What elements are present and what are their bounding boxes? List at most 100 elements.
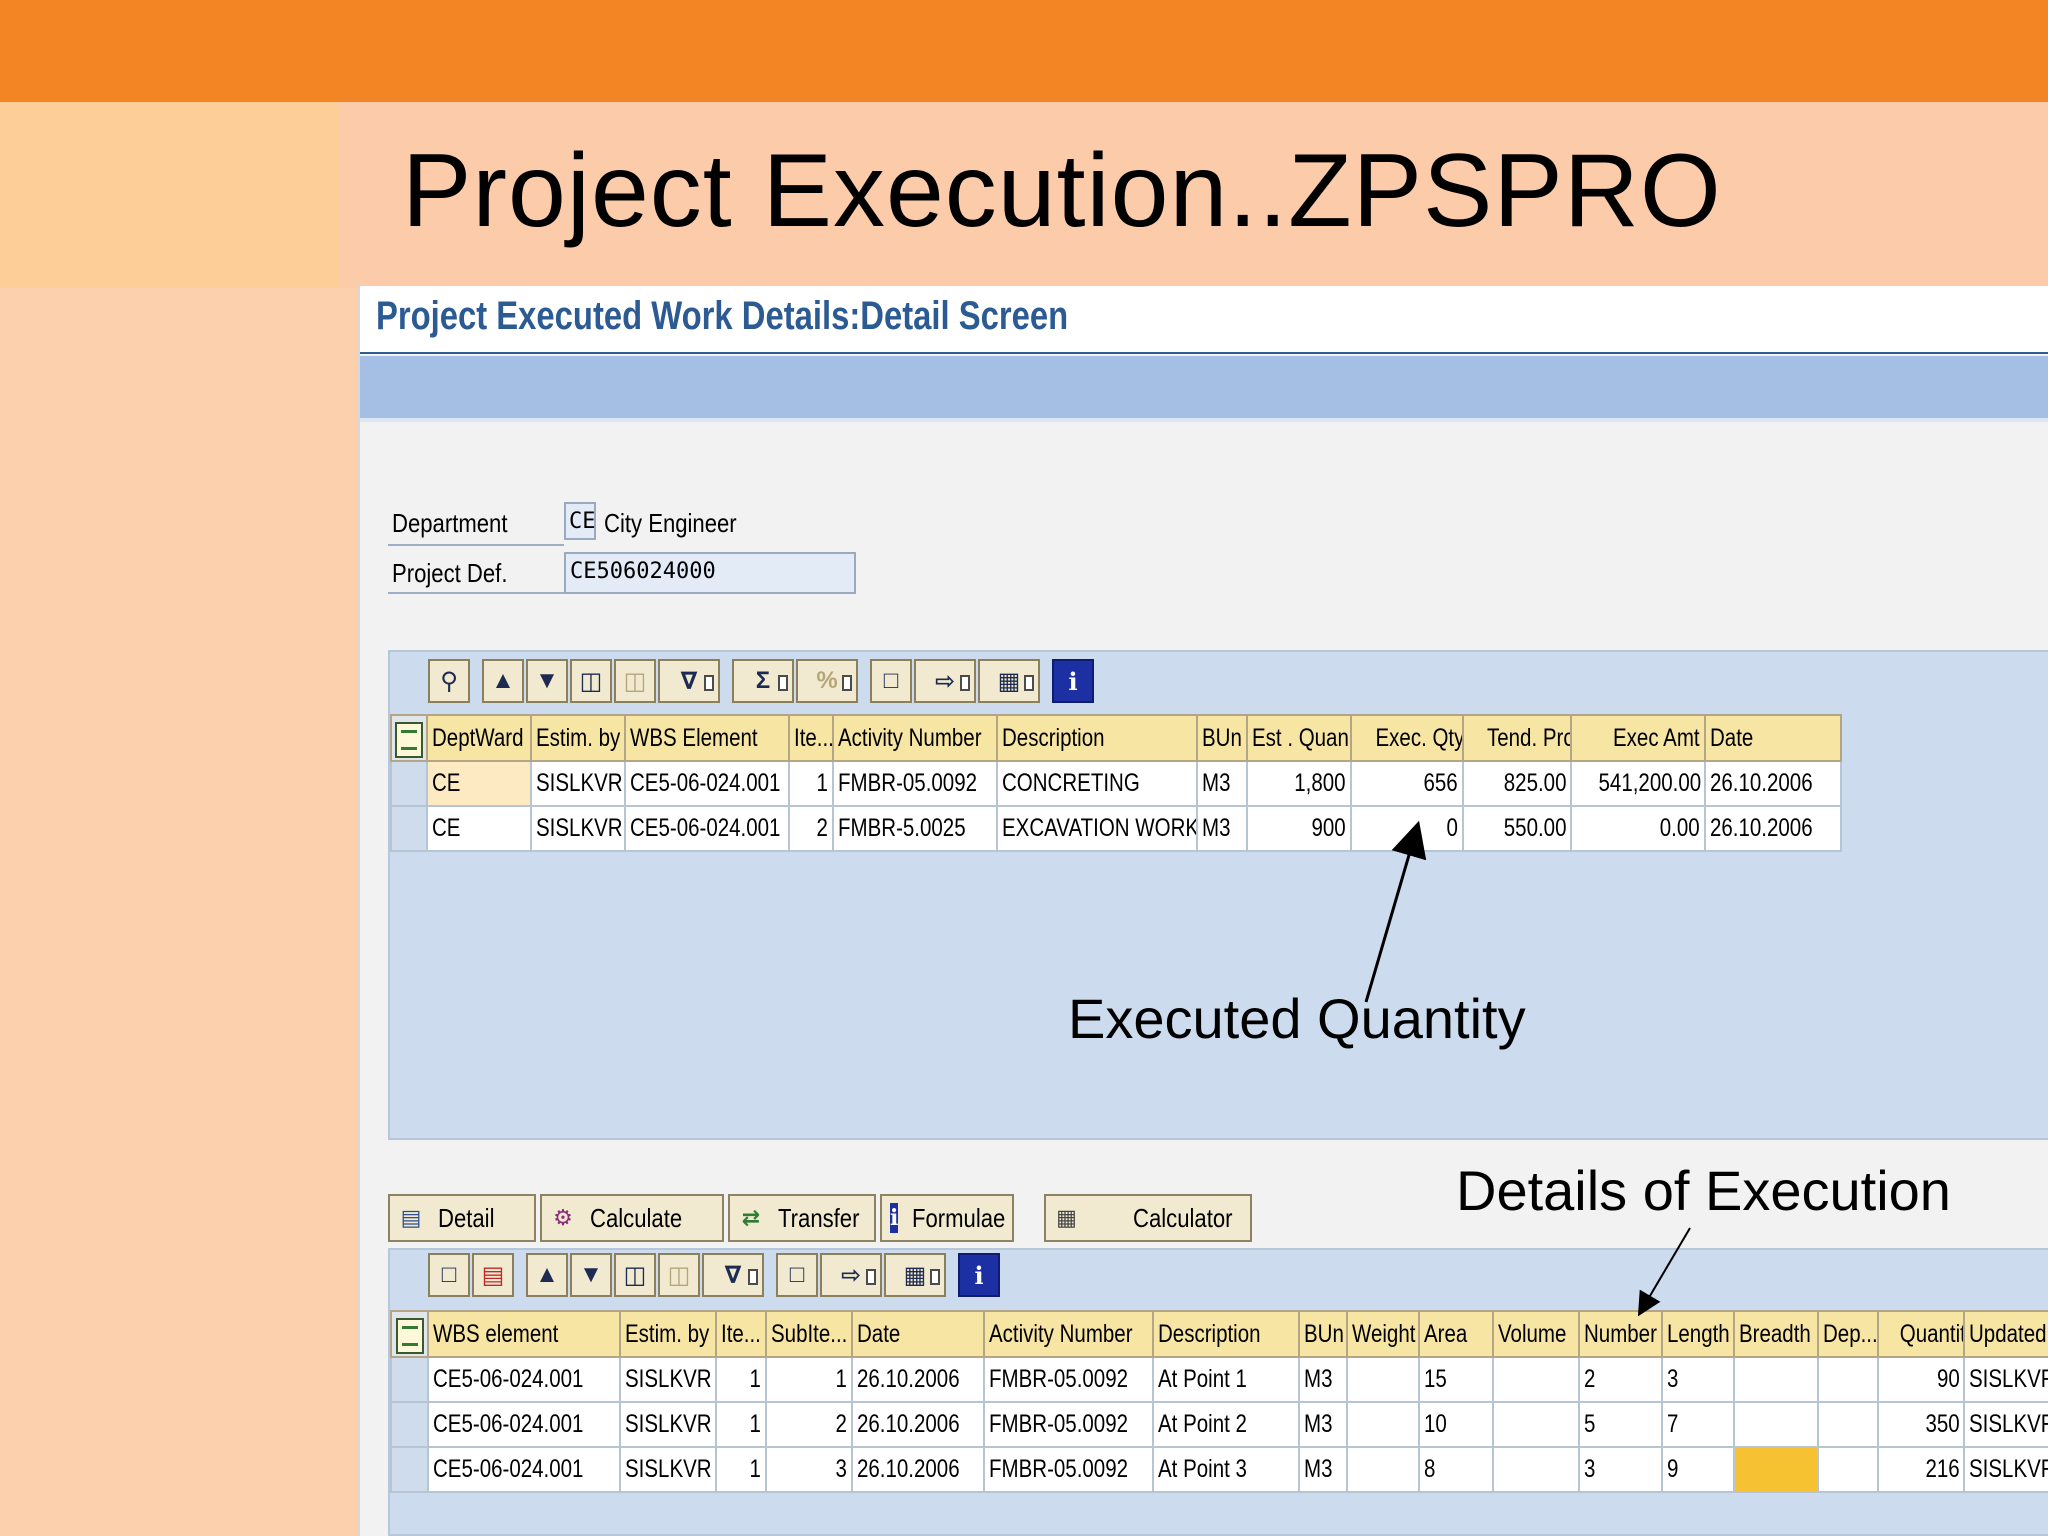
column-header[interactable]: Breadth [1732,1310,1820,1358]
table-cell[interactable]: 3 [764,1446,854,1493]
column-header[interactable]: Activity Number [983,1310,1154,1358]
table-cell[interactable]: 350 [1876,1401,1966,1448]
column-header[interactable]: DeptWard [426,714,532,762]
table-cell[interactable]: 2 [764,1401,854,1448]
table-cell[interactable]: 1 [764,1356,854,1403]
table-row[interactable]: CE SISLKVR CE5-06-024.001 1 FMBR-05.0092… [390,760,1842,807]
column-header[interactable]: Length [1660,1310,1735,1358]
column-header[interactable]: Est . Quan [1246,714,1352,762]
row-selector[interactable] [390,760,428,807]
info-icon[interactable]: i [958,1253,1000,1297]
table-cell[interactable] [1817,1401,1879,1448]
table-cell[interactable]: 3 [1578,1446,1663,1493]
select-all-icon[interactable] [389,1310,430,1358]
table-row[interactable]: CE5-06-024.001 SISLKVR 1 1 26.10.2006 FM… [389,1356,2048,1403]
table-cell[interactable] [1491,1446,1581,1493]
table-cell[interactable] [1345,1401,1420,1448]
export-icon[interactable]: ⇨ [820,1253,882,1297]
table-cell[interactable]: 26.10.2006 [851,1401,986,1448]
print-preview-icon[interactable]: □ [776,1253,818,1297]
column-header[interactable]: Exec. Qty [1350,714,1464,762]
table-cell[interactable]: At Point 1 [1151,1356,1301,1403]
column-header[interactable]: BUn [1298,1310,1348,1358]
table-cell[interactable]: 10 [1417,1401,1494,1448]
table-row[interactable]: CE5-06-024.001 SISLKVR 1 2 26.10.2006 FM… [389,1401,2048,1448]
column-header[interactable]: WBS Element [624,714,790,762]
table-cell[interactable]: 1 [715,1446,767,1493]
row-selector[interactable] [390,805,428,852]
table-cell[interactable]: FMBR-05.0092 [983,1446,1154,1493]
table-cell[interactable]: SISLKVR [1963,1446,2048,1493]
details-icon[interactable]: ⚲ [428,659,470,703]
column-header[interactable]: Tend. Prc [1462,714,1572,762]
table-cell[interactable] [1732,1401,1820,1448]
filter-sort-icon[interactable]: ▼ [526,659,568,703]
filter-icon[interactable]: ∇ [702,1253,764,1297]
print-preview-icon[interactable]: □ [870,659,912,703]
column-header[interactable]: Description [1151,1310,1301,1358]
column-header[interactable]: Activity Number [832,714,998,762]
table-cell[interactable]: 26.10.2006 [851,1446,986,1493]
info-icon[interactable]: i [1052,659,1094,703]
column-header[interactable]: Estim. by [618,1310,718,1358]
find-icon[interactable]: ◫ [570,659,612,703]
table-cell[interactable]: SISLKVR [618,1446,718,1493]
column-header[interactable]: Estim. by [530,714,626,762]
table-cell[interactable]: M3 [1298,1356,1348,1403]
column-header[interactable]: Ite... [715,1310,767,1358]
layout-icon[interactable]: ▦ [884,1253,946,1297]
column-header[interactable]: BUn [1196,714,1248,762]
layout-icon[interactable]: ▦ [978,659,1040,703]
transfer-button[interactable]: ⇄ Transfer [728,1194,876,1242]
table-cell[interactable] [1817,1446,1879,1493]
calculate-button[interactable]: ⚙ Calculate [540,1194,724,1242]
table-cell[interactable]: 90 [1876,1356,1966,1403]
export-icon[interactable]: ⇨ [914,659,976,703]
new-row-icon[interactable]: □ [428,1253,470,1297]
table-cell[interactable]: CE5-06-024.001 [427,1356,621,1403]
print-icon[interactable]: ▲ [526,1253,568,1297]
table-cell[interactable]: 3 [1660,1356,1735,1403]
table-cell[interactable]: 5 [1578,1401,1663,1448]
table-cell[interactable]: At Point 3 [1151,1446,1301,1493]
row-selector[interactable] [389,1356,430,1403]
table-cell[interactable]: 1 [715,1401,767,1448]
table-cell[interactable]: At Point 2 [1151,1401,1301,1448]
table-cell[interactable]: SISLKVR [618,1356,718,1403]
delete-row-icon[interactable]: ▤ [472,1253,514,1297]
column-header[interactable]: Exec Amt [1570,714,1706,762]
column-header[interactable]: WBS element [427,1310,621,1358]
table-cell[interactable]: 1 [715,1356,767,1403]
find-next-icon[interactable]: ◫ [614,659,656,703]
table-cell[interactable]: M3 [1298,1446,1348,1493]
column-header[interactable]: Weight [1345,1310,1420,1358]
table-cell[interactable]: CE5-06-024.001 [427,1446,621,1493]
row-selector[interactable] [389,1446,430,1493]
column-header[interactable]: Updated ... [1963,1310,2048,1358]
find-icon[interactable]: ◫ [614,1253,656,1297]
table-cell[interactable] [1345,1356,1420,1403]
row-selector[interactable] [389,1401,430,1448]
table-cell[interactable]: FMBR-05.0092 [983,1356,1154,1403]
table-cell[interactable]: CE [426,760,532,807]
column-header[interactable]: Date [851,1310,986,1358]
sum-icon[interactable]: Σ [732,659,794,703]
column-header[interactable]: Volume [1491,1310,1581,1358]
table-cell[interactable] [1732,1356,1820,1403]
column-header[interactable]: Date [1704,714,1842,762]
table-row[interactable]: CE SISLKVR CE5-06-024.001 2 FMBR-5.0025 … [390,805,1842,852]
table-cell[interactable]: 9 [1660,1446,1735,1493]
table-cell[interactable] [1732,1446,1820,1493]
find-next-icon[interactable]: ◫ [658,1253,700,1297]
table-cell[interactable]: CE5-06-024.001 [427,1401,621,1448]
table-cell[interactable]: 26.10.2006 [851,1356,986,1403]
table-cell[interactable]: 216 [1876,1446,1966,1493]
print-icon[interactable]: ▲ [482,659,524,703]
table-cell[interactable] [1491,1356,1581,1403]
table-cell[interactable]: FMBR-05.0092 [983,1401,1154,1448]
table-cell[interactable]: M3 [1298,1401,1348,1448]
column-header[interactable]: Number [1578,1310,1663,1358]
calculator-button[interactable]: ▦ Calculator [1044,1194,1252,1242]
detail-button[interactable]: ▤ Detail [388,1194,536,1242]
column-header[interactable]: Area [1417,1310,1494,1358]
